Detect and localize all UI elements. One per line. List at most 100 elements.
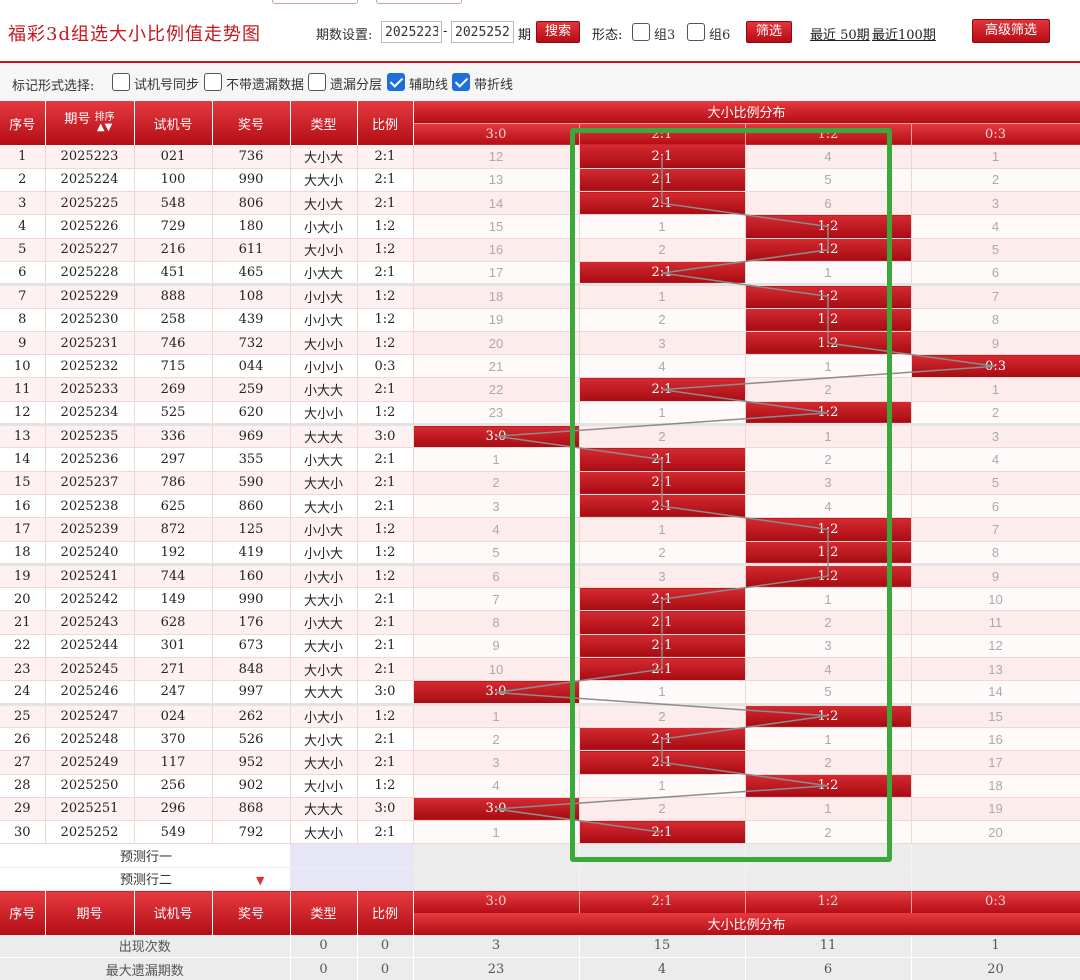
dist-miss-cell: 5 [745, 680, 912, 705]
cell-prize: 355 [212, 447, 291, 472]
dist-col-header-0: 3:0 [413, 123, 580, 145]
stats-label: 出现次数 [0, 934, 291, 959]
recent-100-link[interactable]: 最近100期 [872, 24, 936, 43]
cell-type: 大大小 [290, 168, 358, 193]
dist-miss-cell: 4 [911, 214, 1080, 239]
col-header-trial: 试机号 [134, 101, 213, 145]
period-start-input[interactable] [381, 21, 442, 43]
cell-trial: 888 [134, 283, 213, 309]
prediction-dist-cell[interactable] [413, 867, 580, 892]
prediction-row[interactable]: 预测行一 [0, 843, 1080, 868]
header-bar: 福彩3d组选大小比例值走势图 期数设置: - 期 搜索 形态: 组3 组6 筛选… [0, 14, 1080, 50]
dist-miss-cell: 4 [413, 774, 580, 798]
dist-miss-cell: 19 [413, 308, 580, 332]
dist-miss-cell: 15 [413, 214, 580, 239]
dist-col-header-3: 0:3 [911, 123, 1080, 145]
cell-idx: 7 [0, 283, 46, 309]
filter-button[interactable]: 筛选 [746, 21, 792, 43]
cell-trial: 744 [134, 562, 213, 589]
prediction-dist-cell[interactable] [579, 843, 746, 868]
cell-idx: 17 [0, 517, 46, 542]
option-checkbox-3[interactable] [387, 73, 405, 91]
dist-miss-cell: 1 [745, 423, 912, 449]
table-row: 4 2025226 729 180 小大小 1:2 15 1 1:2 4 [0, 214, 1080, 239]
dist-footer-col-1: 2:1 [579, 890, 746, 913]
cell-ratio: 2:1 [357, 145, 414, 169]
prediction-dist-cell[interactable] [911, 843, 1080, 868]
sort-icon[interactable]: 排序 ▲▼ [95, 113, 115, 133]
option-checkbox-1[interactable] [204, 73, 222, 91]
group6-label: 组6 [709, 28, 731, 43]
col-header-period[interactable]: 期号 排序 ▲▼ [45, 101, 135, 145]
arrow-down-icon[interactable]: ▼ [256, 874, 264, 887]
cell-prize: 868 [212, 797, 291, 822]
dist-miss-cell: 9 [413, 634, 580, 659]
prediction-input-cell[interactable] [290, 867, 413, 892]
stats-dist-value: 1 [911, 934, 1080, 959]
cell-period: 2025242 [45, 587, 135, 612]
dist-miss-cell: 1 [579, 517, 746, 542]
col-header-prize: 奖号 [212, 101, 291, 145]
cell-type: 大小小 [290, 774, 358, 798]
dist-hit-cell: 1:2 [745, 541, 912, 565]
prediction-dist-cell[interactable] [579, 867, 746, 892]
cell-type: 大小大 [290, 191, 358, 216]
marker-options-label: 标记形式选择: [12, 79, 95, 94]
option-checkbox-4[interactable] [452, 73, 470, 91]
cell-idx: 26 [0, 727, 46, 752]
table-row: 21 2025243 628 176 小大大 2:1 8 2:1 2 11 [0, 610, 1080, 635]
cell-trial: 301 [134, 634, 213, 659]
cell-trial: 117 [134, 750, 213, 775]
cell-trial: 149 [134, 587, 213, 612]
cell-ratio: 1:2 [357, 702, 414, 728]
cell-period: 2025235 [45, 423, 135, 449]
dist-miss-cell: 7 [911, 283, 1080, 309]
cell-period: 2025245 [45, 657, 135, 682]
stats-type: 0 [290, 934, 358, 959]
dist-miss-cell: 1 [413, 820, 580, 845]
cell-period: 2025230 [45, 308, 135, 332]
col-footer-type: 类型 [290, 890, 358, 935]
dist-hit-cell: 2:1 [579, 168, 746, 193]
dist-miss-cell: 5 [911, 238, 1080, 262]
cell-period: 2025238 [45, 494, 135, 519]
cell-ratio: 1:2 [357, 283, 414, 309]
advanced-filter-button[interactable]: 高级筛选 [972, 19, 1050, 43]
dist-hit-cell: 1:2 [745, 331, 912, 356]
option-checkbox-0[interactable] [112, 73, 130, 91]
cell-period: 2025231 [45, 331, 135, 356]
prediction-row[interactable]: 预测行二 ▼ [0, 867, 1080, 892]
dist-hit-cell: 3:0 [413, 423, 580, 449]
period-end-input[interactable] [451, 21, 514, 43]
table-row: 12 2025234 525 620 大小小 1:2 23 1 1:2 2 [0, 401, 1080, 426]
cell-type: 小小大 [290, 283, 358, 309]
dist-miss-cell: 14 [911, 680, 1080, 705]
cell-type: 小小小 [290, 354, 358, 379]
cell-idx: 30 [0, 820, 46, 845]
recent-50-link[interactable]: 最近 50期 [810, 24, 870, 43]
prediction-input-cell[interactable] [290, 843, 413, 868]
option-checkbox-2[interactable] [308, 73, 326, 91]
cell-idx: 28 [0, 774, 46, 798]
prediction-dist-cell[interactable] [745, 867, 912, 892]
cell-prize: 419 [212, 541, 291, 565]
prediction-dist-cell[interactable] [745, 843, 912, 868]
group6-checkbox[interactable] [687, 23, 705, 41]
cell-type: 大大小 [290, 587, 358, 612]
cell-type: 大大小 [290, 634, 358, 659]
dist-miss-cell: 7 [413, 587, 580, 612]
prediction-dist-cell[interactable] [413, 843, 580, 868]
cell-period: 2025252 [45, 820, 135, 845]
group3-checkbox[interactable] [632, 23, 650, 41]
search-button[interactable]: 搜索 [536, 21, 580, 43]
dist-miss-cell: 15 [911, 702, 1080, 728]
dist-hit-cell: 1:2 [745, 401, 912, 426]
cell-type: 大大大 [290, 680, 358, 705]
dist-hit-cell: 2:1 [579, 377, 746, 402]
dist-hit-cell: 3:0 [413, 797, 580, 822]
dist-miss-cell: 2 [745, 820, 912, 845]
cell-idx: 6 [0, 261, 46, 286]
cell-idx: 24 [0, 680, 46, 705]
dist-hit-cell: 1:2 [745, 283, 912, 309]
prediction-dist-cell[interactable] [911, 867, 1080, 892]
